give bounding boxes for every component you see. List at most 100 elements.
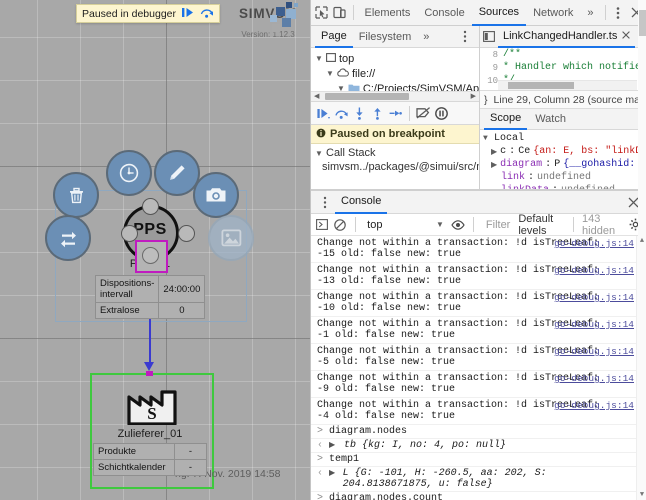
scroll-right-icon[interactable]: ▶	[471, 92, 476, 101]
message-line2: -10 old: false new: true	[317, 303, 462, 314]
message-source-link[interactable]: go-debug.js:14	[554, 346, 634, 357]
navigator-tabbar: Page Filesystem »	[311, 26, 479, 48]
message-source-link[interactable]: go-debug.js:14	[554, 373, 634, 384]
tab-scope[interactable]: Scope	[484, 109, 528, 130]
call-stack-item[interactable]: simvsm../packages/@simui/src/mo...	[315, 160, 479, 174]
scope-section-local[interactable]: ▼ Local	[483, 132, 646, 145]
step-over-icon[interactable]	[200, 7, 214, 21]
deactivate-breakpoints-button[interactable]	[415, 104, 432, 122]
nav-tab-page[interactable]: Page	[315, 26, 353, 48]
tab-watch[interactable]: Watch	[529, 110, 572, 129]
chevron-right-icon[interactable]: ▶	[491, 160, 497, 170]
message-source-link[interactable]: go-debug.js:14	[554, 292, 634, 303]
scroll-up-icon[interactable]: ▲	[637, 236, 646, 246]
editor-tab-linkchangedhandler[interactable]: LinkChangedHandler.ts	[498, 26, 636, 48]
tree-item-top[interactable]: ▼ top	[315, 51, 479, 66]
editor-hscrollbar[interactable]	[498, 80, 637, 90]
step-out-button[interactable]	[369, 104, 386, 122]
tab-sources[interactable]: Sources	[471, 0, 527, 26]
chevron-right-icon[interactable]: ▶	[329, 440, 337, 450]
step-button[interactable]	[387, 104, 404, 122]
step-over-button[interactable]	[333, 104, 350, 122]
console-log-list[interactable]: Change not within a transaction: !d isTr…	[311, 236, 646, 500]
tab-console[interactable]: Console	[417, 1, 471, 25]
scope-entry-name: diagram	[500, 159, 543, 170]
inspect-icon[interactable]	[313, 3, 331, 23]
chevron-down-icon: ▼	[315, 148, 323, 158]
navigator-hscrollbar[interactable]: ◀ ▶	[311, 91, 479, 101]
code-editor[interactable]: 8 /** 9 * Handler which notifies Listen …	[480, 48, 646, 90]
tab-elements[interactable]: Elements	[357, 1, 417, 25]
scroll-thumb[interactable]	[508, 82, 574, 89]
factory-icon: S	[125, 383, 179, 426]
logo-blocks-icon	[262, 2, 304, 34]
zul-prop-value-1: -	[174, 459, 207, 476]
message-source-link[interactable]: go-debug.js:14	[554, 400, 634, 411]
pps-handle-top[interactable]	[142, 198, 159, 215]
kebab-menu-icon[interactable]	[455, 27, 475, 47]
console-sidebar-icon[interactable]	[315, 215, 329, 235]
scroll-thumb[interactable]	[325, 93, 409, 100]
resume-icon[interactable]	[182, 7, 194, 21]
console-output: ‹ ▶ tb {kg: I, no: 4, po: null}	[311, 439, 646, 453]
console-vscrollbar[interactable]: ▲ ▼	[636, 236, 646, 500]
step-into-button[interactable]	[351, 104, 368, 122]
device-toolbar-icon[interactable]	[331, 3, 349, 23]
scope-entry-diagram[interactable]: ▶ diagram : P {__gohashid: 210,…	[483, 158, 646, 171]
resume-button[interactable]	[315, 104, 332, 122]
live-expression-icon[interactable]	[451, 215, 465, 235]
console-filter-input[interactable]: Filter	[482, 219, 514, 231]
zul-prop-value-0: -	[174, 443, 207, 460]
console-output-value[interactable]: L {G: -101, H: -260.5, aa: 202, S: 204.8…	[343, 468, 641, 490]
message-line2: -1 old: false new: true	[317, 330, 456, 341]
tab-network[interactable]: Network	[526, 1, 580, 25]
nav-tab-filesystem[interactable]: Filesystem	[353, 27, 418, 47]
table-row: Dispositions- intervall 24:00:00	[94, 275, 206, 303]
message-source-link[interactable]: go-debug.js:14	[554, 238, 634, 249]
call-stack-header[interactable]: ▼ Call Stack	[315, 146, 479, 160]
pps-handle-right[interactable]	[178, 225, 195, 242]
scope-entry-linkdata[interactable]: linkData : undefined	[483, 184, 646, 189]
tab-console-drawer[interactable]: Console	[335, 191, 388, 214]
pause-on-exceptions-button[interactable]	[433, 104, 450, 122]
camera-action[interactable]	[193, 172, 239, 218]
scope-entry-c[interactable]: ▶ c : Ce {an: E, bs: "linkDataA…	[483, 145, 646, 158]
delete-action[interactable]	[53, 172, 99, 218]
pps-property-table: Dispositions- intervall 24:00:00 Extralo…	[94, 275, 206, 319]
message-source-link[interactable]: go-debug.js:14	[554, 319, 634, 330]
image-action[interactable]	[208, 215, 254, 261]
tab-overflow[interactable]: »	[580, 1, 600, 25]
chevron-right-icon[interactable]: ▶	[329, 468, 336, 478]
clear-console-icon[interactable]	[333, 215, 347, 235]
tree-item-file[interactable]: ▼ file://	[315, 66, 479, 81]
clock-icon	[119, 163, 139, 183]
pps-handle-bottom-selected[interactable]	[135, 240, 168, 273]
scope-tree[interactable]: ▼ Local ▶ c : Ce {an: E, bs: "linkDataA……	[480, 0, 646, 500]
simvsm-diagram-canvas[interactable]: SIMVSM Version: 1.12.3 Paused in debugge…	[0, 0, 310, 500]
code-line: 9 * Handler which notifies Listen	[480, 61, 646, 74]
scope-vscrollbar[interactable]	[638, 0, 646, 500]
schedule-action[interactable]	[106, 150, 152, 196]
file-tree[interactable]: ▼ top ▼ file:// ▼ C:/Projects/SimVSM/Ap …	[311, 48, 479, 101]
console-context-select[interactable]: top ▼	[364, 217, 447, 233]
kebab-menu-icon[interactable]	[315, 192, 335, 212]
nav-tab-overflow[interactable]: »	[417, 27, 435, 47]
scope-entry-link[interactable]: link : undefined	[483, 171, 646, 184]
call-stack-title: Call Stack	[326, 147, 376, 159]
screen: SIMVSM Version: 1.12.3 Paused in debugge…	[0, 0, 646, 500]
scroll-left-icon[interactable]: ◀	[314, 92, 319, 101]
console-levels-select[interactable]: Default levels	[518, 213, 565, 237]
console-message: Change not within a transaction: !d isTr…	[311, 398, 646, 425]
console-input-echo: > temp1	[311, 453, 646, 467]
format-brace-icon[interactable]: }	[484, 94, 488, 106]
replace-action[interactable]	[45, 215, 91, 261]
chevron-right-icon[interactable]: ▶	[491, 147, 497, 157]
navigator-toggle-icon[interactable]	[483, 27, 495, 47]
console-output-value[interactable]: tb {kg: I, no: 4, po: null}	[344, 440, 506, 451]
message-source-link[interactable]: go-debug.js:14	[554, 265, 634, 276]
console-tabbar: Console	[311, 191, 646, 214]
scroll-down-icon[interactable]: ▼	[637, 490, 646, 500]
close-icon[interactable]	[622, 30, 631, 42]
kebab-menu-icon[interactable]	[609, 3, 627, 23]
diagram-link-port[interactable]	[146, 371, 153, 376]
